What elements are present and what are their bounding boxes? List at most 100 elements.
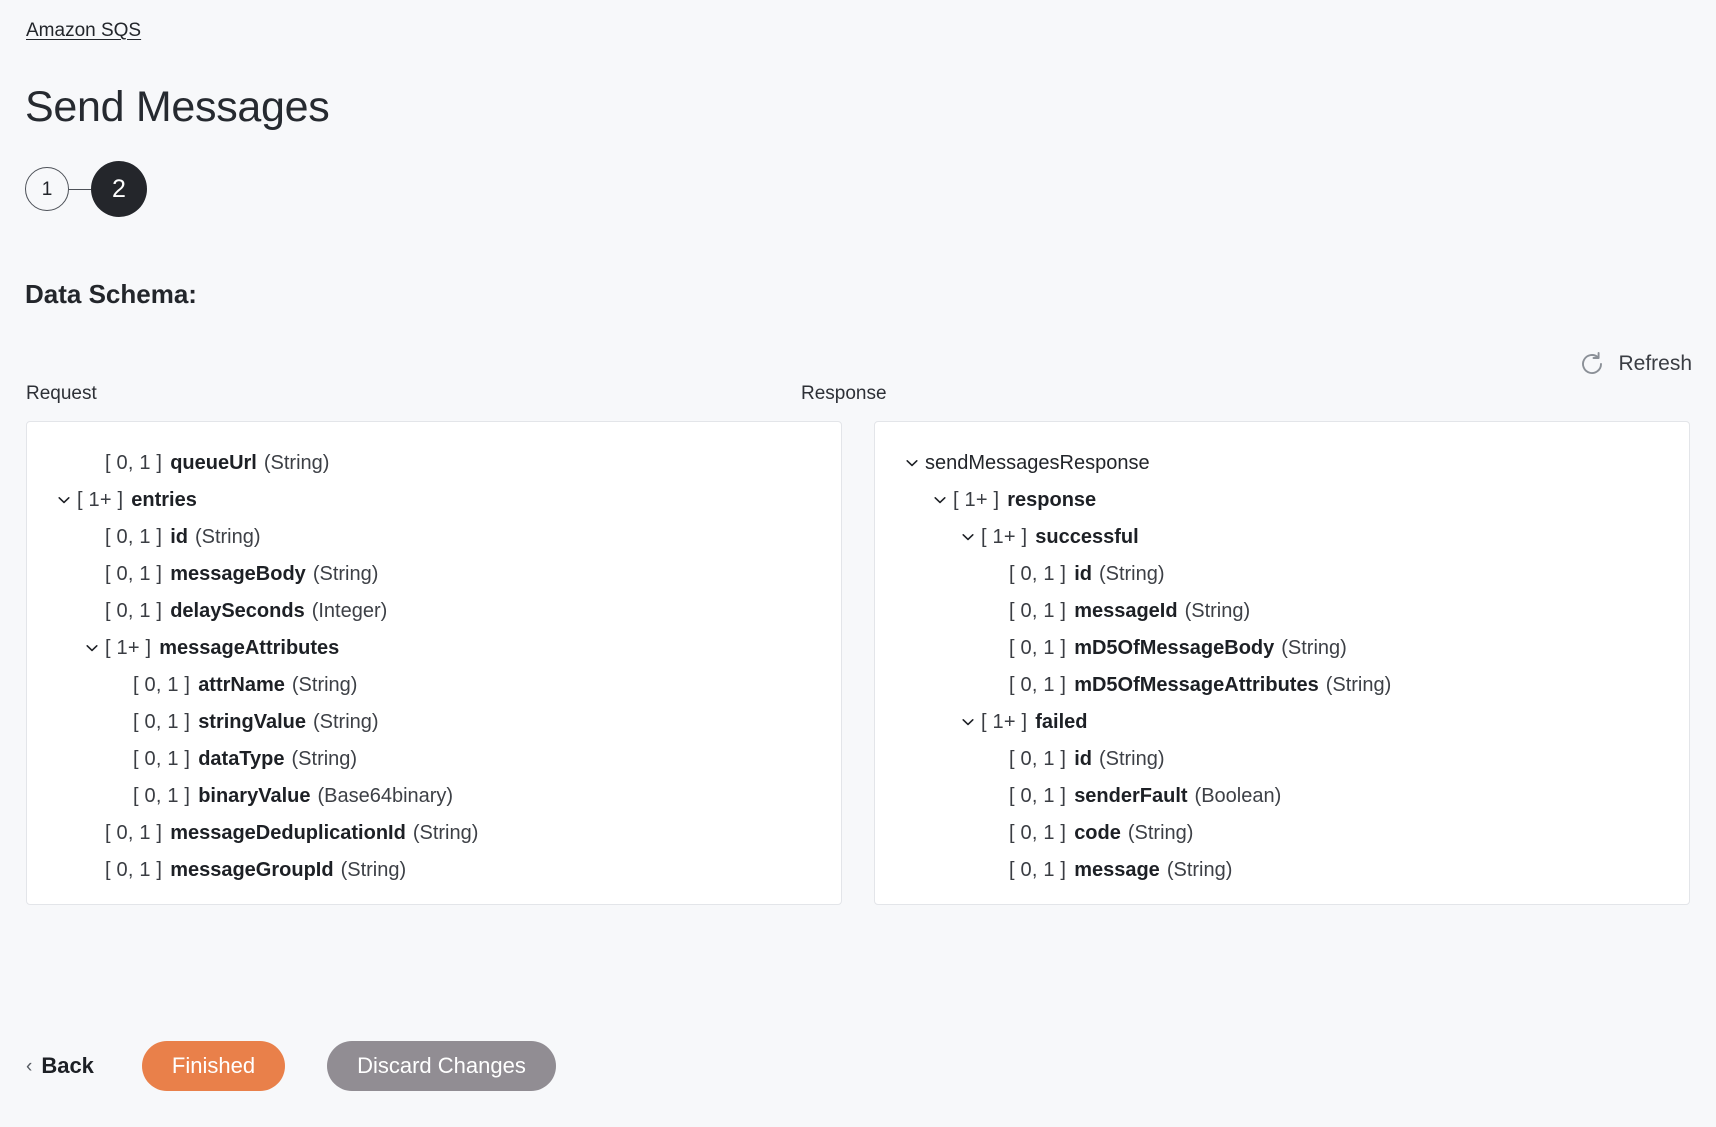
tree-node-cardinality: [ 1+ ]	[981, 525, 1028, 548]
step-1-label: 1	[41, 178, 53, 200]
page-title: Send Messages	[25, 83, 330, 131]
refresh-button[interactable]: Refresh	[1579, 350, 1692, 377]
tree-node-cardinality: [ 0, 1 ]	[1009, 636, 1067, 659]
tree-node-name: messageId	[1074, 599, 1178, 622]
step-2[interactable]: 2	[91, 161, 147, 217]
tree-node-spacer	[107, 709, 133, 735]
tree-node-cardinality: [ 1+ ]	[981, 710, 1028, 733]
tree-node-name: messageGroupId	[170, 858, 334, 881]
tree-node: [ 1+ ] response	[875, 481, 1689, 518]
tree-node: [ 0, 1 ] message (String)	[875, 851, 1689, 888]
tree-node-name: successful	[1035, 525, 1139, 548]
tree-node-cardinality: [ 0, 1 ]	[133, 784, 191, 807]
tree-node-spacer	[983, 783, 1009, 809]
tree-node-cardinality: [ 0, 1 ]	[133, 710, 191, 733]
tree-node-name: senderFault	[1074, 784, 1188, 807]
tree-node: [ 1+ ] failed	[875, 703, 1689, 740]
tree-node-cardinality: [ 1+ ]	[77, 488, 124, 511]
refresh-label: Refresh	[1618, 352, 1692, 375]
tree-node-type: (String)	[1184, 599, 1251, 622]
tree-node-type: (String)	[291, 673, 358, 696]
back-button[interactable]: ‹ Back	[26, 1052, 94, 1080]
chevron-down-icon[interactable]	[955, 709, 981, 735]
tree-node-type: (Integer)	[311, 599, 388, 622]
tree-node-type: (String)	[340, 858, 407, 881]
tree-node-name: sendMessagesResponse	[925, 451, 1150, 474]
tree-node-type: (String)	[313, 710, 379, 733]
tree-node: [ 0, 1 ] messageGroupId (String)	[27, 851, 841, 888]
tree-node-type: (String)	[291, 747, 358, 770]
finished-button[interactable]: Finished	[141, 1041, 286, 1091]
tree-node-cardinality: [ 0, 1 ]	[1009, 858, 1067, 881]
stepper: 1 2	[25, 161, 147, 217]
tree-node-type: (String)	[1098, 562, 1165, 585]
tree-node-name: response	[1007, 488, 1097, 511]
tree-node: [ 0, 1 ] senderFault (Boolean)	[875, 777, 1689, 814]
discard-changes-button[interactable]: Discard Changes	[327, 1041, 556, 1091]
tree-node: [ 0, 1 ] queueUrl (String)	[27, 444, 841, 481]
breadcrumb-amazon-sqs[interactable]: Amazon SQS	[26, 18, 141, 44]
tree-node: [ 0, 1 ] code (String)	[875, 814, 1689, 851]
step-2-label: 2	[112, 174, 126, 203]
chevron-down-icon[interactable]	[927, 487, 953, 513]
chevron-down-icon[interactable]	[955, 524, 981, 550]
chevron-down-icon[interactable]	[899, 450, 925, 476]
response-tree: sendMessagesResponse[ 1+ ] response[ 1+ ]…	[875, 422, 1689, 888]
tree-node: [ 0, 1 ] dataType (String)	[27, 740, 841, 777]
tree-node-spacer	[79, 450, 105, 476]
step-connector	[69, 188, 91, 190]
tree-node-name: code	[1074, 821, 1121, 844]
tree-node-type: (String)	[194, 525, 261, 548]
tree-node: [ 0, 1 ] attrName (String)	[27, 666, 841, 703]
tree-node-spacer	[79, 524, 105, 550]
tree-node-name: mD5OfMessageBody	[1074, 636, 1275, 659]
schema-panels: [ 0, 1 ] queueUrl (String) [ 1+ ] entries [ 0…	[26, 421, 1690, 905]
back-button-label: Back	[41, 1053, 94, 1078]
tree-node: [ 0, 1 ] messageBody (String)	[27, 555, 841, 592]
tree-node-name: queueUrl	[170, 451, 257, 474]
tree-node-name: id	[170, 525, 188, 548]
tree-node-cardinality: [ 0, 1 ]	[105, 599, 163, 622]
tree-node-spacer	[107, 746, 133, 772]
tree-node-type: (String)	[1127, 821, 1194, 844]
tree-node-name: messageAttributes	[159, 636, 340, 659]
tree-node: [ 0, 1 ] mD5OfMessageAttributes (String)	[875, 666, 1689, 703]
tree-node-cardinality: [ 1+ ]	[953, 488, 1000, 511]
tree-node-cardinality: [ 0, 1 ]	[1009, 821, 1067, 844]
tree-node-spacer	[983, 561, 1009, 587]
tree-node-type: (String)	[1098, 747, 1165, 770]
tree-node-spacer	[983, 672, 1009, 698]
discard-changes-button-label: Discard Changes	[357, 1053, 526, 1078]
tree-node-cardinality: [ 0, 1 ]	[133, 747, 191, 770]
tree-node-type: (Base64binary)	[317, 784, 454, 807]
section-heading-data-schema: Data Schema:	[25, 279, 197, 309]
tree-node-name: mD5OfMessageAttributes	[1074, 673, 1319, 696]
tree-node-cardinality: [ 0, 1 ]	[1009, 599, 1067, 622]
panel-label-response: Response	[801, 383, 887, 404]
tree-node-spacer	[79, 820, 105, 846]
tree-node-name: id	[1074, 562, 1092, 585]
tree-node: [ 0, 1 ] delaySeconds (Integer)	[27, 592, 841, 629]
tree-node-cardinality: [ 0, 1 ]	[1009, 747, 1067, 770]
tree-node-spacer	[107, 783, 133, 809]
tree-node-spacer	[107, 672, 133, 698]
tree-node-type: (String)	[263, 451, 330, 474]
tree-node: [ 0, 1 ] messageDeduplicationId (String)	[27, 814, 841, 851]
footer-actions: ‹ Back Finished Discard Changes	[26, 1038, 556, 1094]
chevron-down-icon[interactable]	[51, 487, 77, 513]
response-panel: sendMessagesResponse[ 1+ ] response[ 1+ ]…	[874, 421, 1690, 905]
tree-node-spacer	[983, 598, 1009, 624]
tree-node-cardinality: [ 0, 1 ]	[105, 858, 163, 881]
refresh-icon	[1579, 351, 1605, 377]
tree-node-spacer	[79, 857, 105, 883]
tree-node-name: delaySeconds	[170, 599, 305, 622]
chevron-down-icon[interactable]	[79, 635, 105, 661]
tree-node: [ 0, 1 ] mD5OfMessageBody (String)	[875, 629, 1689, 666]
tree-node: [ 0, 1 ] stringValue (String)	[27, 703, 841, 740]
tree-node-spacer	[79, 598, 105, 624]
tree-node-cardinality: [ 0, 1 ]	[133, 673, 191, 696]
tree-node-spacer	[983, 820, 1009, 846]
tree-node-name: message	[1074, 858, 1160, 881]
step-1[interactable]: 1	[25, 167, 69, 211]
tree-node-name: binaryValue	[198, 784, 311, 807]
